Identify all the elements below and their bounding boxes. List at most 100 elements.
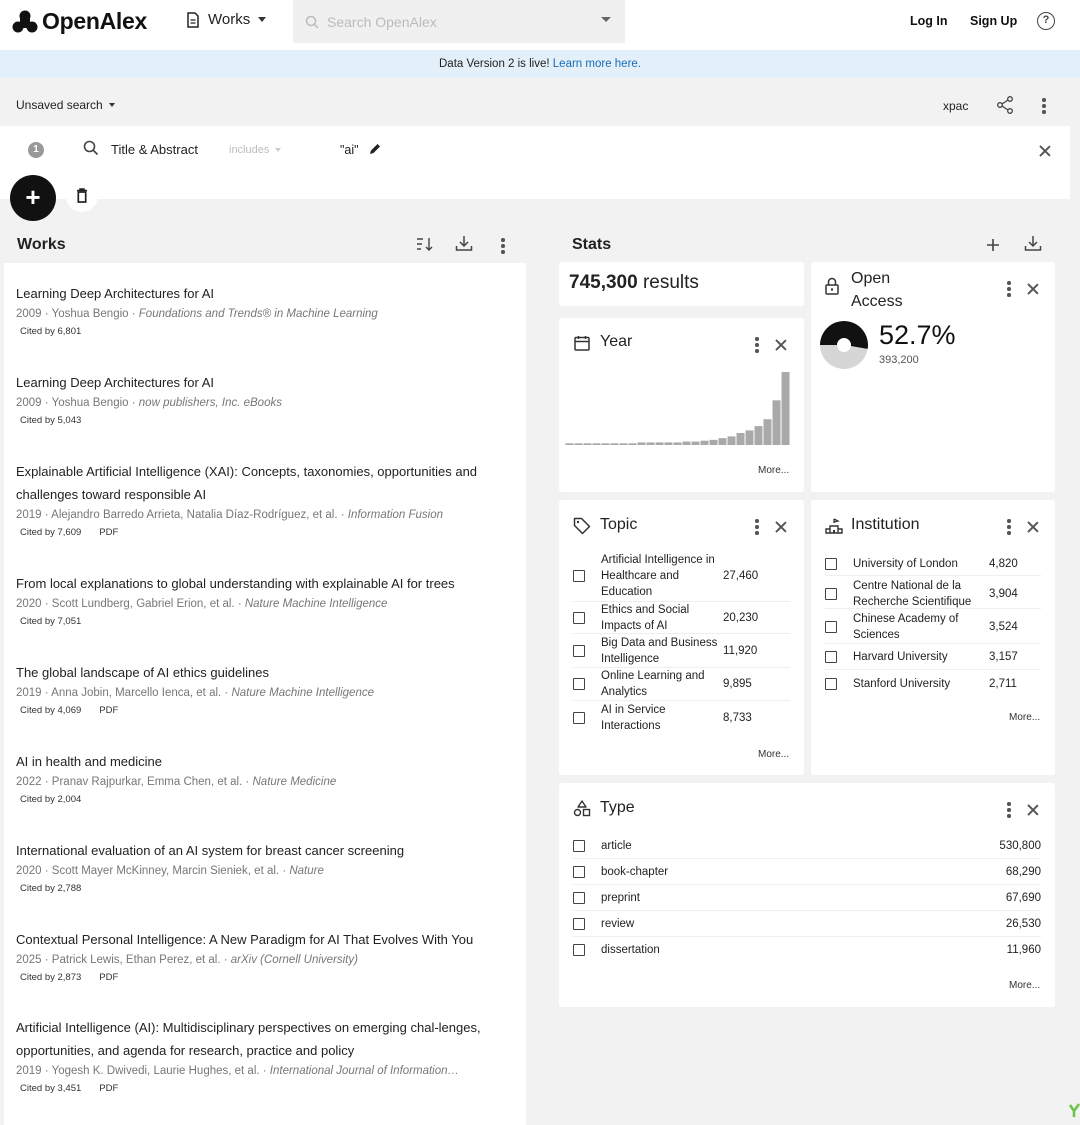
year-bar[interactable]	[592, 443, 601, 445]
work-venue[interactable]: arXiv (Cornell University)	[231, 954, 358, 966]
signup-button[interactable]: Sign Up	[970, 14, 1017, 28]
topic-more-link[interactable]: More...	[758, 749, 789, 760]
work-item[interactable]: Learning Deep Architectures for AI 2009 ·…	[16, 371, 516, 430]
type-more-icon[interactable]	[1007, 802, 1011, 818]
search-input[interactable]: Search OpenAlex	[293, 0, 625, 43]
work-title[interactable]: Learning Deep Architectures for AI	[16, 371, 516, 394]
type-facet-row[interactable]: book-chapter 68,290	[573, 859, 1041, 885]
work-title[interactable]: International evaluation of an AI system…	[16, 839, 516, 862]
work-pdf-link[interactable]: PDF	[99, 527, 118, 538]
type-facet-row[interactable]: preprint 67,690	[573, 885, 1041, 911]
work-venue[interactable]: Information Fusion	[348, 509, 443, 521]
year-bar[interactable]	[619, 443, 628, 445]
work-cited-by[interactable]: Cited by 3,451	[20, 1083, 81, 1094]
work-title[interactable]: From local explanations to global unders…	[16, 572, 516, 595]
work-pdf-link[interactable]: PDF	[99, 705, 118, 716]
year-bar[interactable]	[781, 372, 790, 445]
download-icon[interactable]	[455, 235, 473, 252]
work-item[interactable]: Explainable Artificial Intelligence (XAI…	[16, 460, 516, 542]
institution-checkbox[interactable]	[825, 587, 837, 600]
year-bar[interactable]	[673, 442, 682, 445]
add-filter-button[interactable]: +	[10, 175, 56, 221]
topic-facet-row[interactable]: Ethics and Social Impacts of AI 20,230	[573, 602, 790, 634]
more-options-icon[interactable]	[1042, 98, 1046, 114]
work-cited-by[interactable]: Cited by 5,043	[20, 415, 81, 426]
delete-filters-button[interactable]	[66, 180, 98, 212]
topic-checkbox[interactable]	[573, 645, 585, 657]
year-bar[interactable]	[700, 440, 709, 445]
type-facet-row[interactable]: article 530,800	[573, 833, 1041, 859]
work-item[interactable]: Contextual Personal Intelligence: A New …	[16, 928, 516, 987]
work-title[interactable]: AI in health and medicine	[16, 750, 516, 773]
type-checkbox[interactable]	[573, 891, 585, 904]
year-bar[interactable]	[682, 441, 691, 445]
filter-operator-select[interactable]: includes	[218, 138, 300, 162]
work-item[interactable]: International evaluation of an AI system…	[16, 839, 516, 898]
work-venue[interactable]: now publishers, Inc. eBooks	[139, 397, 282, 409]
year-bar[interactable]	[655, 442, 664, 445]
type-facet-row[interactable]: review 26,530	[573, 911, 1041, 937]
work-item[interactable]: From local explanations to global unders…	[16, 572, 516, 631]
type-close-icon[interactable]	[1027, 804, 1039, 816]
work-item[interactable]: AI in health and medicine 2022 · Pranav R…	[16, 750, 516, 809]
work-cited-by[interactable]: Cited by 7,609	[20, 527, 81, 538]
type-checkbox[interactable]	[573, 917, 585, 930]
sort-icon[interactable]	[416, 236, 434, 252]
year-bar[interactable]	[736, 432, 745, 445]
type-more-link[interactable]: More...	[1009, 980, 1040, 991]
work-title[interactable]: Learning Deep Architectures for AI	[16, 282, 516, 305]
institution-checkbox[interactable]	[825, 621, 837, 633]
banner-link[interactable]: Learn more here.	[553, 58, 641, 70]
work-venue[interactable]: Nature Machine Intelligence	[245, 598, 388, 610]
topic-facet-row[interactable]: AI in Service Interactions 8,733	[573, 701, 790, 734]
saved-search-menu[interactable]: Unsaved search	[16, 98, 115, 112]
topic-close-icon[interactable]	[775, 521, 787, 533]
type-checkbox[interactable]	[573, 865, 585, 878]
year-bar[interactable]	[628, 443, 637, 445]
work-title[interactable]: Artificial Intelligence (AI): Multidisci…	[16, 1016, 516, 1062]
topic-checkbox[interactable]	[573, 611, 585, 624]
work-cited-by[interactable]: Cited by 7,051	[20, 616, 81, 627]
share-icon[interactable]	[996, 96, 1014, 114]
topic-checkbox[interactable]	[573, 711, 585, 724]
year-bar[interactable]	[565, 443, 574, 445]
work-cited-by[interactable]: Cited by 2,004	[20, 794, 81, 805]
work-pdf-link[interactable]: PDF	[99, 1083, 118, 1094]
filter-field-label[interactable]: Title & Abstract	[111, 142, 198, 157]
year-bar[interactable]	[601, 443, 610, 445]
work-venue[interactable]: Nature Medicine	[253, 776, 337, 788]
institution-facet-row[interactable]: Stanford University 2,711	[825, 671, 1041, 697]
filter-value[interactable]: "ai"	[340, 143, 359, 157]
year-bar[interactable]	[664, 442, 673, 445]
type-facet-row[interactable]: dissertation 11,960	[573, 937, 1041, 963]
type-checkbox[interactable]	[573, 839, 585, 852]
year-bar[interactable]	[745, 430, 754, 445]
year-bar[interactable]	[583, 443, 592, 445]
year-bar[interactable]	[646, 442, 655, 445]
year-bar[interactable]	[709, 439, 718, 445]
login-button[interactable]: Log In	[910, 14, 948, 28]
work-venue[interactable]: Foundations and Trends® in Machine Learn…	[139, 308, 378, 320]
work-title[interactable]: Explainable Artificial Intelligence (XAI…	[16, 460, 516, 506]
work-pdf-link[interactable]: PDF	[99, 972, 118, 983]
topic-more-icon[interactable]	[755, 519, 759, 535]
institution-checkbox[interactable]	[825, 678, 837, 690]
year-bar[interactable]	[574, 443, 583, 445]
work-cited-by[interactable]: Cited by 2,873	[20, 972, 81, 983]
year-bar[interactable]	[772, 400, 781, 445]
topic-facet-row[interactable]: Big Data and Business Intelligence 11,920	[573, 635, 790, 668]
institution-more-link[interactable]: More...	[1009, 712, 1040, 723]
year-bar[interactable]	[763, 419, 772, 445]
remove-filter-icon[interactable]	[1039, 145, 1051, 157]
work-venue[interactable]: International Journal of Information…	[270, 1065, 459, 1077]
openalex-logo[interactable]: OpenAlex	[12, 8, 147, 35]
topic-checkbox[interactable]	[573, 678, 585, 690]
year-more-icon[interactable]	[755, 337, 759, 353]
year-bar[interactable]	[718, 438, 727, 445]
year-close-icon[interactable]	[775, 339, 787, 351]
work-cited-by[interactable]: Cited by 6,801	[20, 326, 81, 337]
type-checkbox[interactable]	[573, 944, 585, 956]
work-venue[interactable]: Nature Machine Intelligence	[231, 687, 374, 699]
year-more-link[interactable]: More...	[758, 465, 789, 476]
topic-checkbox[interactable]	[573, 569, 585, 582]
